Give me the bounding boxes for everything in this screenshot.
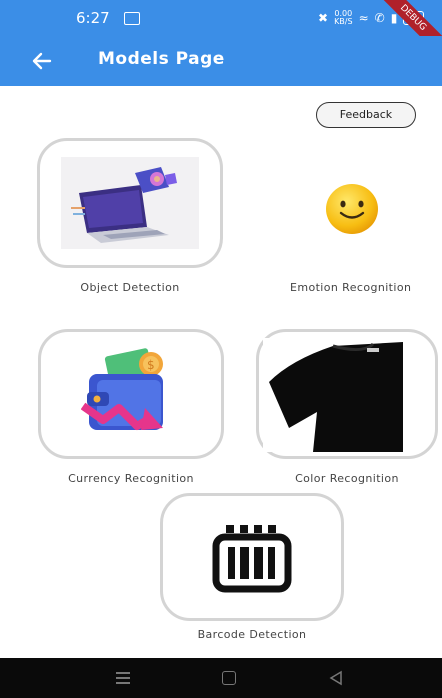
object-detection-card[interactable] (37, 138, 223, 268)
back-triangle-icon[interactable] (328, 670, 344, 686)
mute-icon: ✖ (318, 11, 329, 25)
barcode-detection-label: Barcode Detection (197, 628, 307, 641)
smiley-face-icon (326, 184, 378, 234)
data-speed: 0.00 KB/S (334, 10, 353, 26)
color-recognition-label: Color Recognition (295, 472, 399, 485)
currency-recognition-label: Currency Recognition (68, 472, 194, 485)
svg-text:$: $ (147, 358, 155, 372)
laptop-icon (61, 157, 199, 249)
back-arrow-icon[interactable] (30, 49, 54, 73)
system-nav-bar (0, 658, 442, 698)
call-icon: ✆ (374, 11, 385, 25)
app-bar: Models Page (0, 36, 442, 86)
wallet-icon: $ (81, 348, 163, 430)
emotion-recognition-label: Emotion Recognition (290, 281, 412, 294)
page-title: Models Page (98, 49, 225, 69)
status-bar: 6:27 ✖ 0.00 KB/S ≈ ✆ ▮ 10 DEBUG (0, 0, 442, 63)
emotion-recognition-card[interactable] (262, 138, 438, 268)
message-icon (124, 12, 140, 25)
menu-icon[interactable] (116, 672, 130, 684)
feedback-button[interactable]: Feedback (316, 102, 416, 128)
barcode-detection-card[interactable] (160, 493, 344, 621)
wifi-icon: ≈ (358, 11, 369, 25)
currency-recognition-card[interactable]: $ (38, 329, 224, 459)
color-recognition-card[interactable] (256, 329, 438, 459)
status-time: 6:27 (76, 9, 110, 27)
tshirt-icon (263, 338, 403, 452)
home-icon[interactable] (222, 671, 236, 685)
data-speed-unit: KB/S (334, 17, 353, 26)
barcode-icon (212, 525, 292, 593)
object-detection-label: Object Detection (80, 281, 180, 294)
